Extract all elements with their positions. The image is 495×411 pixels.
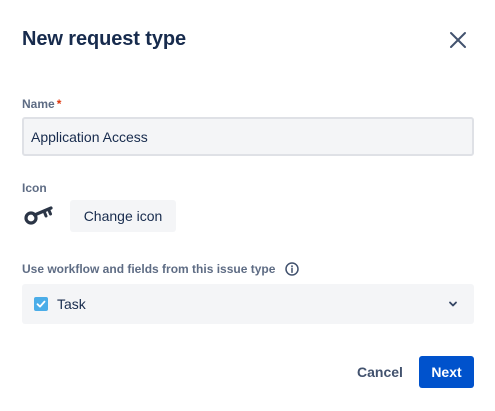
selected-issue-type: Task xyxy=(57,296,86,312)
chevron-down-icon xyxy=(449,301,457,307)
request-type-icon-preview xyxy=(24,204,56,228)
issue-type-label-text: Use workflow and fields from this issue … xyxy=(22,262,276,276)
dialog-title: New request type xyxy=(22,28,187,50)
task-checkbox-icon xyxy=(34,297,48,311)
key-icon xyxy=(24,206,53,225)
icon-field-label: Icon xyxy=(22,181,47,195)
info-icon[interactable] xyxy=(284,262,299,276)
next-button[interactable]: Next xyxy=(419,356,474,388)
name-label-text: Name xyxy=(22,97,55,111)
issue-type-select[interactable]: Task xyxy=(22,284,474,324)
close-icon xyxy=(450,32,466,48)
close-button[interactable] xyxy=(444,26,472,54)
change-icon-button[interactable]: Change icon xyxy=(70,200,176,232)
issue-type-field-label: Use workflow and fields from this issue … xyxy=(22,262,299,277)
name-input[interactable] xyxy=(22,117,474,156)
name-field-label: Name * xyxy=(22,97,61,111)
cancel-button[interactable]: Cancel xyxy=(346,356,414,388)
new-request-type-dialog: New request type Name* Icon Change icon … xyxy=(0,0,495,411)
required-marker: * xyxy=(56,97,62,111)
